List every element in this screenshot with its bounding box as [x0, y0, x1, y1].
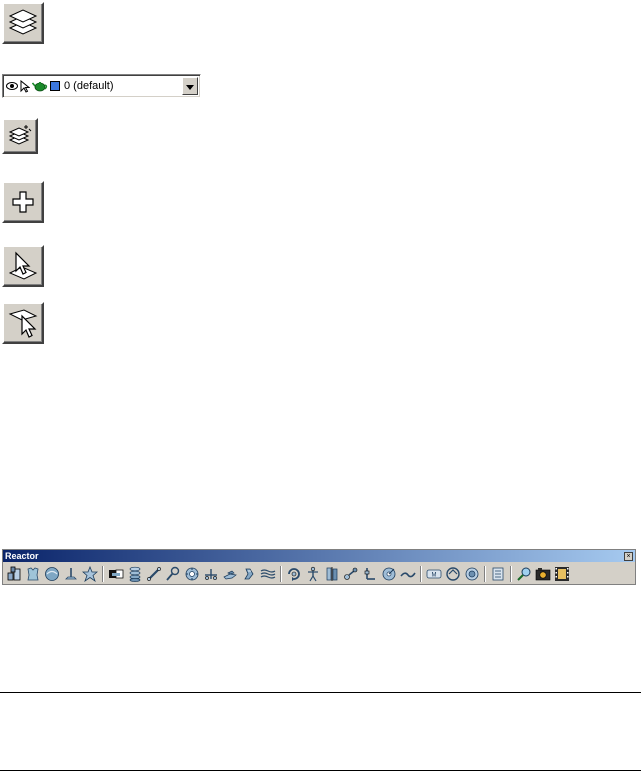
rigid-body-collection-icon[interactable]: [5, 565, 23, 583]
motor-icon[interactable]: [164, 565, 182, 583]
dropdown-arrow-button[interactable]: [182, 77, 198, 95]
car-wheel-constraint-icon[interactable]: [380, 565, 398, 583]
cloth-collection-icon[interactable]: [24, 565, 42, 583]
plane-icon[interactable]: [107, 565, 125, 583]
set-current-layer-button[interactable]: [2, 302, 44, 344]
layer-properties-button[interactable]: [2, 118, 38, 154]
select-objects-in-layer-button[interactable]: [2, 245, 44, 287]
reactor-close-button[interactable]: ×: [624, 551, 633, 561]
layer-color-swatch-icon[interactable]: [50, 81, 60, 91]
horizontal-divider-bottom: [0, 770, 641, 771]
create-new-layer-button[interactable]: [2, 181, 44, 223]
reactor-panel-icon[interactable]: [489, 565, 507, 583]
svg-text:M: M: [432, 572, 437, 578]
toolbar-separator: [510, 565, 512, 582]
cursor-arrow-icon[interactable]: [20, 79, 30, 93]
select-objects-in-layer-icon: [6, 249, 40, 283]
toy-car-icon[interactable]: [202, 565, 220, 583]
point-to-point-constraint-icon[interactable]: [342, 565, 360, 583]
convexity-test-icon[interactable]: [463, 565, 481, 583]
soft-body-collection-icon[interactable]: [43, 565, 61, 583]
water-waves-icon[interactable]: [259, 565, 277, 583]
hinge-constraint-icon[interactable]: [323, 565, 341, 583]
dashpot-icon[interactable]: [145, 565, 163, 583]
toolbar-separator: [420, 565, 422, 582]
teapot-icon[interactable]: [32, 80, 48, 92]
analyze-world-icon[interactable]: [444, 565, 462, 583]
toolbar-separator: [280, 565, 282, 582]
spring-icon[interactable]: [126, 565, 144, 583]
layer-dropdown[interactable]: 0 (default): [2, 74, 201, 98]
chevron-down-icon: [186, 77, 194, 95]
constraint-solver-icon[interactable]: [285, 565, 303, 583]
fracture-icon[interactable]: [221, 565, 239, 583]
layer-manager-button[interactable]: [2, 2, 44, 44]
horizontal-divider-top: [0, 692, 641, 693]
rope-collection-icon[interactable]: [62, 565, 80, 583]
layer-dropdown-value: 0 (default): [64, 80, 114, 92]
reactor-titlebar[interactable]: Reactor ×: [3, 550, 635, 562]
wind-icon[interactable]: [183, 565, 201, 583]
select-layer-arrow-icon: [6, 306, 40, 340]
preview-animation-icon[interactable]: [515, 565, 533, 583]
layers-stack-icon: [6, 6, 40, 40]
fracture-wire-icon[interactable]: [399, 565, 417, 583]
rag-doll-constraint-icon[interactable]: [304, 565, 322, 583]
create-animation-icon[interactable]: [534, 565, 552, 583]
plus-icon: [10, 189, 36, 215]
toolbar-separator: [484, 565, 486, 582]
eye-icon[interactable]: [6, 81, 18, 91]
toolbar-separator: [102, 565, 104, 582]
reactor-icon-row: M: [3, 563, 635, 584]
deforming-mesh-collection-icon[interactable]: [81, 565, 99, 583]
film-strip-icon[interactable]: [553, 565, 571, 583]
water-icon[interactable]: [240, 565, 258, 583]
property-editor-icon[interactable]: M: [425, 565, 443, 583]
prismatic-constraint-icon[interactable]: [361, 565, 379, 583]
layer-properties-icon: [7, 123, 33, 149]
reactor-toolbar[interactable]: Reactor × M: [2, 549, 636, 585]
reactor-title: Reactor: [5, 551, 39, 561]
